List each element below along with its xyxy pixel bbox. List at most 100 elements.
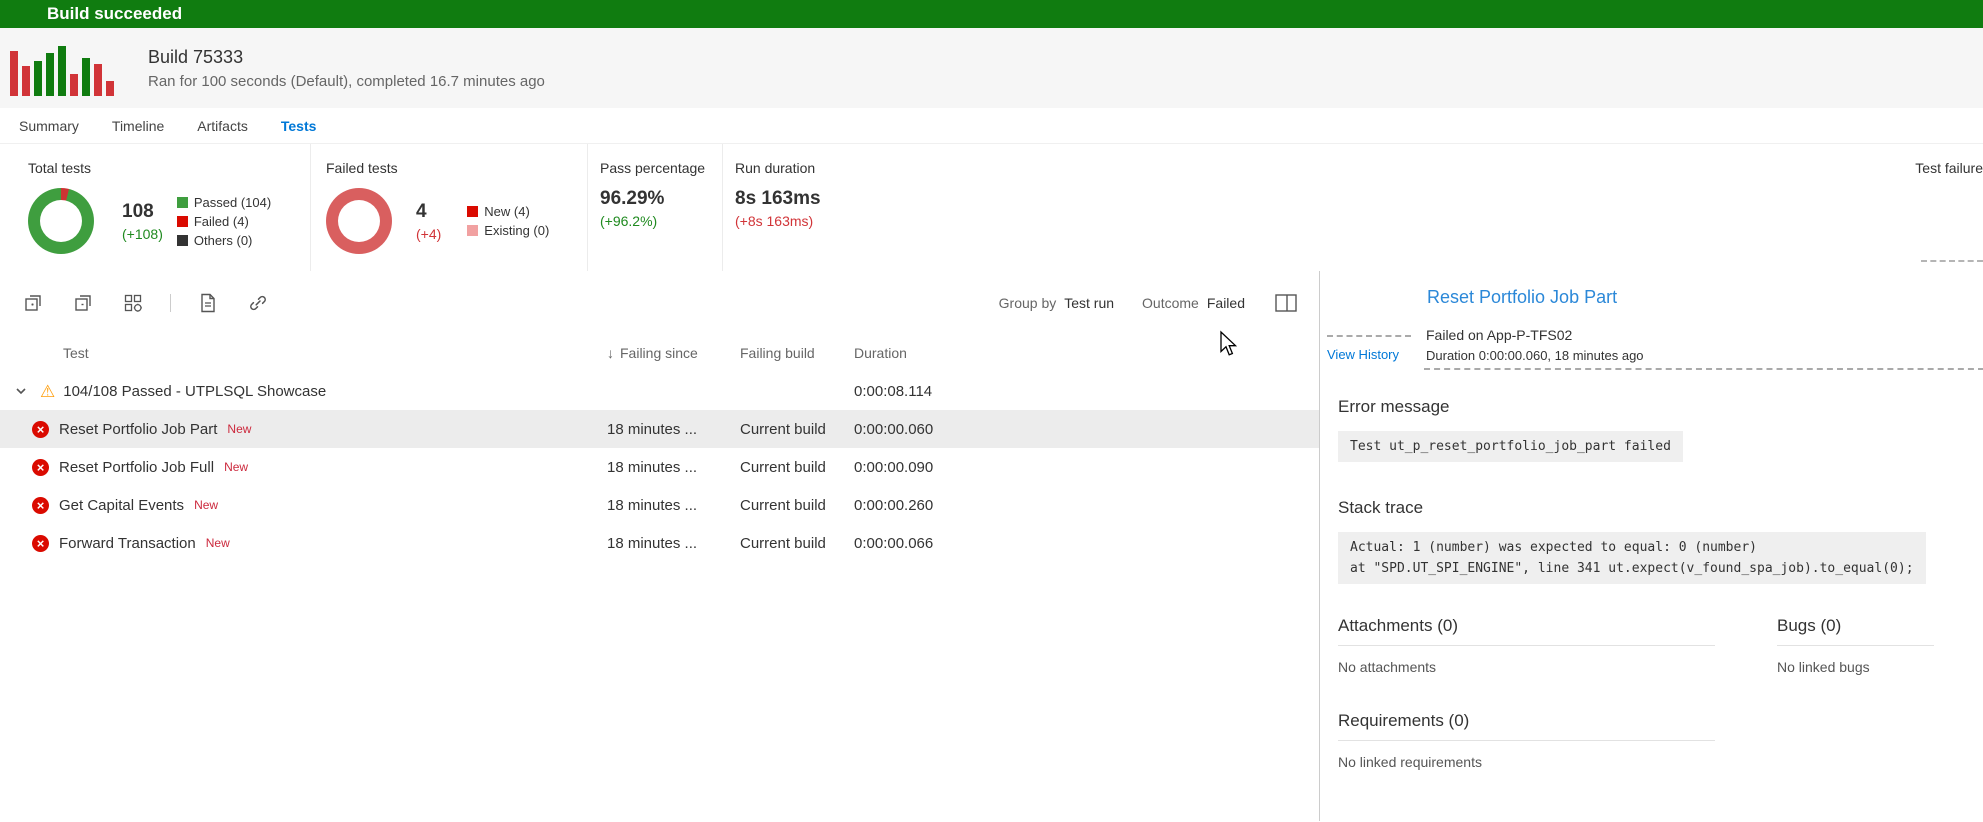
existing-swatch xyxy=(467,225,478,236)
pass-percentage-delta: (+96.2%) xyxy=(600,213,722,229)
section-divider xyxy=(1338,645,1715,646)
failed-test-icon: × xyxy=(32,421,49,438)
test-row[interactable]: × Reset Portfolio Job Full New 18 minute… xyxy=(0,448,1319,486)
results-content: Group by Test run Outcome Failed Test ↓ … xyxy=(0,271,1983,821)
test-detail-pane: Reset Portfolio Job Part Failed on App-P… xyxy=(1319,271,1983,821)
build-title: Build 75333 xyxy=(148,47,545,68)
test-name: Reset Portfolio Job Full xyxy=(59,459,214,476)
attachments-heading: Attachments (0) xyxy=(1338,616,1777,636)
tab-tests[interactable]: Tests xyxy=(281,118,317,134)
bugs-section: Bugs (0) No linked bugs xyxy=(1777,616,1934,675)
passed-swatch xyxy=(177,197,188,208)
requirements-empty-text: No linked requirements xyxy=(1338,754,1934,770)
stack-trace-heading: Stack trace xyxy=(1338,498,1934,518)
column-header-test[interactable]: Test xyxy=(0,345,607,361)
detail-body: Error message Test ut_p_reset_portfolio_… xyxy=(1320,397,1983,770)
details-panel-toggle-button[interactable] xyxy=(1273,290,1299,316)
test-run-group-row[interactable]: ⚠ 104/108 Passed - UTPLSQL Showcase 0:00… xyxy=(0,372,1319,410)
logo-bar xyxy=(94,64,102,96)
duration-value: 0:00:00.066 xyxy=(854,535,1319,552)
redacted-dashed-line xyxy=(1424,368,1983,370)
build-results-page: Build succeeded Build 75333 Ran for 100 … xyxy=(0,0,1983,822)
group-by-dropdown[interactable]: Test run xyxy=(1064,295,1114,311)
test-name: Forward Transaction xyxy=(59,535,196,552)
total-tests-donut-chart xyxy=(28,188,94,254)
attachments-section: Attachments (0) No attachments xyxy=(1338,616,1777,675)
attachments-empty-text: No attachments xyxy=(1338,659,1777,675)
build-status-banner: Build succeeded xyxy=(0,0,1983,28)
run-duration-value: 8s 163ms xyxy=(735,188,933,210)
stack-trace-line: at "SPD.UT_SPI_ENGINE", line 341 ut.expe… xyxy=(1350,558,1914,579)
column-header-duration[interactable]: Duration xyxy=(854,345,1319,361)
collapse-all-icon xyxy=(73,293,93,313)
tab-summary[interactable]: Summary xyxy=(19,118,79,134)
failing-build-value: Current build xyxy=(740,459,854,476)
copy-link-button[interactable] xyxy=(245,290,271,316)
link-icon xyxy=(248,293,268,313)
logo-bar xyxy=(46,53,54,96)
duration-value: 0:00:00.060 xyxy=(854,421,1319,438)
expand-all-icon xyxy=(23,293,43,313)
legend-failed-label: Failed (4) xyxy=(194,212,249,231)
error-message-heading: Error message xyxy=(1338,397,1934,417)
new-failure-badge: New xyxy=(206,536,230,550)
report-document-icon xyxy=(199,293,217,313)
trend-placeholder-dashed-line xyxy=(1921,260,1983,262)
bugs-heading: Bugs (0) xyxy=(1777,616,1934,636)
column-options-icon xyxy=(123,293,143,313)
section-divider xyxy=(1338,740,1715,741)
pass-percentage-label: Pass percentage xyxy=(600,160,722,176)
logo-bar xyxy=(22,66,30,96)
test-row[interactable]: × Forward Transaction New 18 minutes ...… xyxy=(0,524,1319,562)
detail-duration-line: Duration 0:00:00.060, 18 minutes ago xyxy=(1426,348,1644,363)
new-failure-badge: New xyxy=(194,498,218,512)
new-swatch xyxy=(467,206,478,217)
group-by-label: Group by xyxy=(999,295,1057,311)
stat-pass-percentage: Pass percentage 96.29% (+96.2%) xyxy=(588,144,723,271)
test-list-pane: Group by Test run Outcome Failed Test ↓ … xyxy=(0,271,1319,821)
outcome-label: Outcome xyxy=(1142,295,1199,311)
export-report-button[interactable] xyxy=(195,290,221,316)
legend-others-label: Others (0) xyxy=(194,231,253,250)
column-header-failing-since[interactable]: ↓ Failing since xyxy=(607,345,740,361)
split-panel-icon xyxy=(1275,294,1297,312)
failed-tests-label: Failed tests xyxy=(326,160,587,176)
failing-since-value: 18 minutes ... xyxy=(607,421,740,438)
logo-bar xyxy=(10,51,18,96)
requirements-heading: Requirements (0) xyxy=(1338,711,1934,731)
tab-timeline[interactable]: Timeline xyxy=(112,118,164,134)
collapse-all-button[interactable] xyxy=(70,290,96,316)
logo-bar xyxy=(82,58,90,96)
failed-on-machine: Failed on App-P-TFS02 xyxy=(1426,327,1572,343)
legend-existing-label: Existing (0) xyxy=(484,221,549,240)
logo-bar xyxy=(58,46,66,96)
test-row[interactable]: × Get Capital Events New 18 minutes ... … xyxy=(0,486,1319,524)
warning-icon: ⚠ xyxy=(40,383,55,400)
stat-run-duration: Run duration 8s 163ms (+8s 163ms) xyxy=(723,144,933,271)
column-options-button[interactable] xyxy=(120,290,146,316)
failing-since-header-label: Failing since xyxy=(620,345,698,361)
chevron-down-icon[interactable] xyxy=(15,387,27,395)
test-name: Reset Portfolio Job Part xyxy=(59,421,217,438)
total-tests-legend: Passed (104) Failed (4) Others (0) xyxy=(177,193,271,250)
duration-value: 0:00:00.260 xyxy=(854,497,1319,514)
others-swatch xyxy=(177,235,188,246)
outcome-dropdown[interactable]: Failed xyxy=(1207,295,1245,311)
build-header: Build 75333 Ran for 100 seconds (Default… xyxy=(0,28,1983,108)
total-tests-delta: (+108) xyxy=(122,226,163,242)
build-definition-logo xyxy=(10,40,114,96)
section-divider xyxy=(1777,645,1934,646)
failed-test-icon: × xyxy=(32,535,49,552)
failed-tests-donut-chart xyxy=(326,188,392,254)
column-header-failing-build[interactable]: Failing build xyxy=(740,345,854,361)
test-name: Get Capital Events xyxy=(59,497,184,514)
expand-all-button[interactable] xyxy=(20,290,46,316)
test-row[interactable]: × Reset Portfolio Job Part New 18 minute… xyxy=(0,410,1319,448)
logo-bar xyxy=(34,61,42,96)
new-failure-badge: New xyxy=(227,422,251,436)
failed-swatch xyxy=(177,216,188,227)
new-failure-badge: New xyxy=(224,460,248,474)
tab-artifacts[interactable]: Artifacts xyxy=(197,118,248,134)
logo-bar xyxy=(106,81,114,96)
view-history-link[interactable]: View History xyxy=(1327,347,1399,362)
